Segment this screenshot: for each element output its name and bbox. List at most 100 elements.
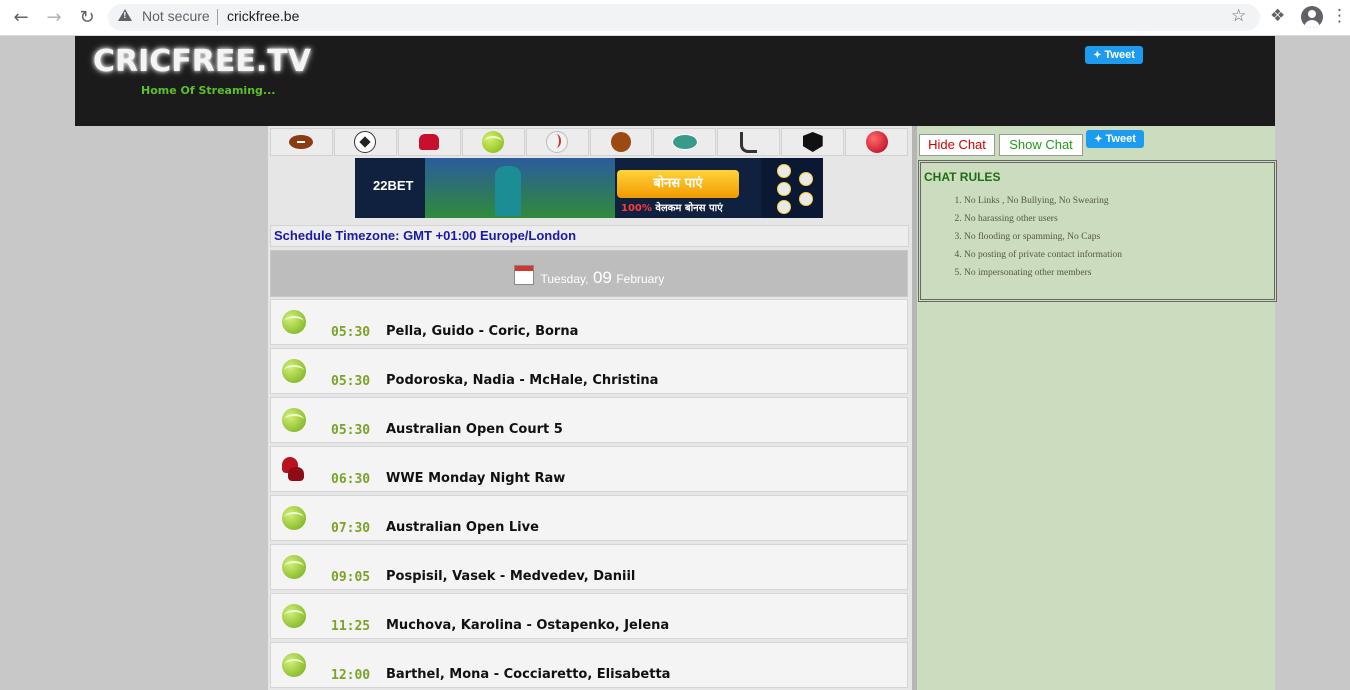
event-row[interactable]: 05:30 Podoroska, Nadia - McHale, Christi… xyxy=(270,348,908,394)
tweet-label: Tweet xyxy=(1105,133,1136,145)
sport-tab-tennis[interactable] xyxy=(461,128,525,156)
team-badge-icon xyxy=(777,182,791,196)
banner-player-image xyxy=(495,166,521,216)
sport-tab-rugby[interactable] xyxy=(653,128,717,156)
event-time: 06:30 xyxy=(331,472,371,487)
event-time: 11:25 xyxy=(331,619,371,634)
tennis-ball-icon xyxy=(282,506,306,530)
chat-tweet-button[interactable]: ✦ Tweet xyxy=(1086,130,1144,148)
event-time: 05:30 xyxy=(331,325,371,340)
calendar-icon xyxy=(514,265,534,285)
hide-chat-button[interactable]: Hide Chat xyxy=(919,134,995,156)
team-badge-icon xyxy=(799,192,813,206)
tennis-ball-icon xyxy=(282,555,306,579)
sport-tab-boxing[interactable] xyxy=(397,128,461,156)
back-arrow-icon[interactable]: ← xyxy=(9,6,33,30)
browser-menu-icon[interactable]: ⋮ xyxy=(1331,6,1348,26)
bookmark-star-icon[interactable]: ☆ xyxy=(1231,6,1246,26)
sport-tab-baseball[interactable] xyxy=(525,128,589,156)
date-month: February xyxy=(616,272,665,286)
ad-banner[interactable]: 22BET बोनस पाएं 100% वेलकम बोनस पाएं xyxy=(355,158,823,218)
chat-rules-box: CHAT RULES No Links , No Bullying, No Sw… xyxy=(918,160,1277,302)
date-day: 09 xyxy=(592,268,612,287)
team-badge-icon xyxy=(777,164,791,178)
schedule-date-header: Tuesday, 09 February xyxy=(270,250,908,297)
chat-rule-item: No flooding or spamming, No Caps xyxy=(964,232,1122,250)
event-name[interactable]: Australian Open Court 5 xyxy=(386,422,563,437)
nhl-icon xyxy=(802,132,823,152)
warning-icon[interactable] xyxy=(118,9,132,21)
sport-tab-hockey[interactable] xyxy=(717,128,781,156)
cricket-ball-icon xyxy=(865,131,888,153)
hockey-stick-icon xyxy=(740,131,758,153)
chat-rules-title: CHAT RULES xyxy=(924,170,1001,184)
event-time: 05:30 xyxy=(331,374,371,389)
team-badge-icon xyxy=(777,200,791,214)
event-name[interactable]: WWE Monday Night Raw xyxy=(386,471,565,486)
tennis-ball-icon xyxy=(282,408,306,432)
sport-tab-nhl[interactable] xyxy=(781,128,845,156)
banner-bonus-button[interactable]: बोनस पाएं xyxy=(617,170,739,198)
event-name[interactable]: Pospisil, Vasek - Medvedev, Daniil xyxy=(386,569,635,584)
event-row[interactable]: 12:00 Barthel, Mona - Cocciaretto, Elisa… xyxy=(270,642,908,688)
tennis-ball-icon xyxy=(282,653,306,677)
site-logo[interactable]: CRICFREE.TV xyxy=(93,44,311,79)
chat-rule-item: No harassing other users xyxy=(964,214,1122,232)
event-name[interactable]: Muchova, Karolina - Ostapenko, Jelena xyxy=(386,618,669,633)
chat-rule-item: No Links , No Bullying, No Swearing xyxy=(964,196,1122,214)
twitter-bird-icon: ✦ xyxy=(1094,134,1103,145)
event-time: 12:00 xyxy=(331,668,371,683)
tennis-ball-icon xyxy=(282,310,306,334)
event-row[interactable]: 07:30 Australian Open Live xyxy=(270,495,908,541)
event-name[interactable]: Podoroska, Nadia - McHale, Christina xyxy=(386,373,658,388)
schedule-timezone: Schedule Timezone: GMT +01:00 Europe/Lon… xyxy=(270,225,909,247)
site-header: CRICFREE.TV Home Of Streaming... ✦ Tweet xyxy=(75,36,1275,126)
sport-tab-cricket[interactable] xyxy=(845,128,909,156)
tweet-label: Tweet xyxy=(1104,49,1135,61)
boxing-gloves-icon xyxy=(419,134,440,150)
banner-subtext: 100% वेलकम बोनस पाएं xyxy=(621,200,723,214)
american-football-icon xyxy=(289,135,314,149)
banner-team-badges xyxy=(761,158,823,218)
sports-nav-bar xyxy=(270,128,909,156)
chat-rule-item: No impersonating other members xyxy=(964,268,1122,286)
security-label[interactable]: Not secure xyxy=(142,8,210,24)
chat-panel: Hide Chat Show Chat ✦Tweet CHAT RULES No… xyxy=(917,126,1277,690)
site-tagline: Home Of Streaming... xyxy=(141,84,276,97)
team-badge-icon xyxy=(799,172,813,186)
boxing-gloves-icon xyxy=(282,457,304,481)
event-row[interactable]: 09:05 Pospisil, Vasek - Medvedev, Daniil xyxy=(270,544,908,590)
event-name[interactable]: Pella, Guido - Coric, Borna xyxy=(386,324,578,339)
profile-avatar-icon[interactable] xyxy=(1301,6,1323,28)
event-row[interactable]: 05:30 Australian Open Court 5 xyxy=(270,397,908,443)
baseball-icon xyxy=(546,131,569,153)
event-name[interactable]: Barthel, Mona - Cocciaretto, Elisabetta xyxy=(386,667,670,682)
twitter-bird-icon: ✦ xyxy=(1093,50,1102,61)
banner-brand: 22BET xyxy=(373,178,414,193)
chat-rules-list: No Links , No Bullying, No Swearing No h… xyxy=(921,196,1122,286)
show-chat-button[interactable]: Show Chat xyxy=(999,134,1083,156)
sport-tab-basketball[interactable] xyxy=(589,128,653,156)
url-text[interactable]: crickfree.be xyxy=(227,8,299,24)
event-row[interactable]: 11:25 Muchova, Karolina - Ostapenko, Jel… xyxy=(270,593,908,639)
tennis-ball-icon xyxy=(282,359,306,383)
banner-welcome-text: वेलकम बोनस पाएं xyxy=(655,203,723,214)
event-row[interactable]: 06:30 WWE Monday Night Raw xyxy=(270,446,908,492)
tweet-button[interactable]: ✦ Tweet xyxy=(1085,46,1143,64)
schedule-column: 22BET बोनस पाएं 100% वेलकम बोनस पाएं Sch… xyxy=(268,126,912,690)
address-separator xyxy=(217,9,218,25)
reload-icon[interactable]: ↻ xyxy=(75,6,99,30)
event-name[interactable]: Australian Open Live xyxy=(386,520,539,535)
extensions-puzzle-icon[interactable]: ❖ xyxy=(1270,6,1285,26)
chat-rule-item: No posting of private contact informatio… xyxy=(964,250,1122,268)
event-time: 09:05 xyxy=(331,570,371,585)
sport-tab-soccer[interactable] xyxy=(333,128,397,156)
browser-toolbar: ← → ↻ Not secure crickfree.be ☆ ❖ ⋮ xyxy=(0,0,1350,36)
event-time: 05:30 xyxy=(331,423,371,438)
event-row[interactable]: 05:30 Pella, Guido - Coric, Borna xyxy=(270,299,908,345)
date-weekday: Tuesday, xyxy=(540,272,589,286)
banner-percent: 100% xyxy=(621,203,652,214)
forward-arrow-icon[interactable]: → xyxy=(42,6,66,30)
tennis-ball-icon xyxy=(482,131,505,153)
sport-tab-american-football[interactable] xyxy=(270,128,333,156)
